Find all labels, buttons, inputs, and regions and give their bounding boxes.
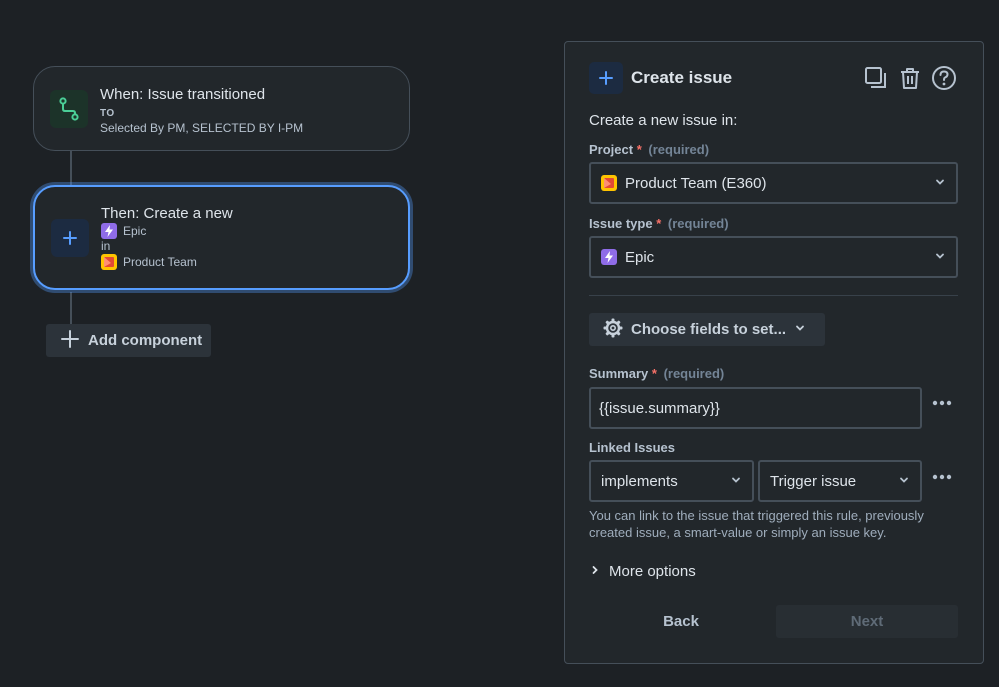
- plus-icon: [60, 329, 80, 353]
- link-type-value: implements: [601, 472, 678, 490]
- divider: [589, 295, 958, 296]
- add-component-button[interactable]: Add component: [46, 324, 211, 357]
- issue-type-label: Issue type * (required): [589, 216, 729, 231]
- trigger-card[interactable]: When: Issue transitioned TO Selected By …: [33, 66, 410, 151]
- action-title: Then: Create a new: [101, 205, 233, 222]
- linked-issues-helper: You can link to the issue that triggered…: [589, 508, 924, 540]
- plus-icon: [589, 62, 623, 94]
- panel-intro: Create a new issue in:: [589, 112, 738, 129]
- choose-fields-button[interactable]: Choose fields to set...: [589, 313, 825, 346]
- epic-icon: [101, 223, 117, 239]
- trigger-detail: Selected By PM, SELECTED BY I-PM: [100, 121, 304, 135]
- action-card[interactable]: Then: Create a new Epic in Product Team: [33, 185, 410, 290]
- chevron-right-icon: [589, 563, 601, 580]
- project-select[interactable]: Product Team (E360): [589, 162, 958, 204]
- plus-icon: [51, 219, 89, 257]
- summary-label: Summary * (required): [589, 366, 725, 381]
- next-button[interactable]: Next: [776, 605, 958, 638]
- flow-connector: [70, 150, 72, 186]
- linked-issues-label: Linked Issues: [589, 440, 675, 455]
- add-component-label: Add component: [88, 332, 203, 349]
- chevron-down-icon: [730, 473, 742, 490]
- project-icon: [101, 254, 117, 270]
- project-label: Project * (required): [589, 142, 710, 157]
- action-in-label: in: [101, 239, 111, 253]
- gear-icon: [603, 318, 623, 342]
- link-type-select[interactable]: implements: [589, 460, 754, 502]
- epic-icon: [601, 249, 617, 265]
- issue-type-value: Epic: [625, 248, 655, 266]
- summary-input[interactable]: [589, 387, 922, 429]
- project-value: Product Team (E360): [625, 174, 767, 192]
- panel-title: Create issue: [631, 68, 733, 87]
- trigger-title: When: Issue transitioned: [100, 86, 266, 103]
- back-button[interactable]: Back: [589, 605, 773, 638]
- copy-icon[interactable]: [863, 65, 889, 91]
- more-options-toggle[interactable]: More options: [589, 563, 696, 580]
- action-issue-type-label: Epic: [123, 223, 147, 238]
- chevron-down-icon: [934, 175, 946, 192]
- project-icon: [601, 175, 617, 191]
- action-project: Product Team: [101, 254, 233, 270]
- action-issue-type: Epic: [101, 223, 233, 239]
- action-project-label: Product Team: [123, 254, 197, 269]
- help-icon[interactable]: [931, 65, 957, 91]
- chevron-down-icon: [934, 249, 946, 266]
- chevron-down-icon: [794, 321, 806, 338]
- header-actions: [863, 65, 957, 91]
- link-target-value: Trigger issue: [770, 472, 857, 490]
- trigger-to-label: TO: [100, 108, 115, 119]
- linked-issues-more-icon[interactable]: [929, 467, 955, 487]
- chevron-down-icon: [898, 473, 910, 490]
- issue-type-select[interactable]: Epic: [589, 236, 958, 278]
- panel-header: Create issue: [589, 62, 957, 94]
- summary-more-icon[interactable]: [929, 393, 955, 413]
- link-target-select[interactable]: Trigger issue: [758, 460, 922, 502]
- more-options-label: More options: [609, 563, 696, 580]
- create-issue-panel: Create issue Create a new issue in: Proj…: [564, 41, 984, 664]
- flow-connector: [70, 292, 72, 326]
- transition-icon: [50, 90, 88, 128]
- trash-icon[interactable]: [897, 65, 923, 91]
- choose-fields-label: Choose fields to set...: [631, 321, 787, 338]
